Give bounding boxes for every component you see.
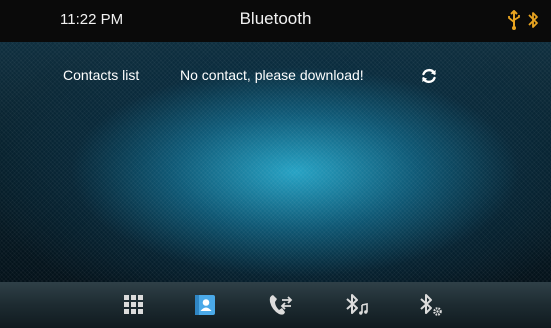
bluetooth-settings-button[interactable]	[414, 288, 448, 322]
refresh-icon[interactable]	[419, 66, 439, 86]
dialpad-button[interactable]	[117, 288, 151, 322]
call-log-button[interactable]	[264, 288, 298, 322]
contacts-icon	[193, 293, 217, 317]
status-icons	[507, 10, 539, 30]
status-bar: 11:22 PM Bluetooth	[0, 0, 551, 42]
bluetooth-icon	[527, 10, 539, 30]
bluetooth-music-icon	[344, 292, 370, 318]
no-contact-message: No contact, please download!	[180, 67, 364, 83]
usb-icon	[507, 10, 521, 30]
bottom-dock	[0, 282, 551, 328]
bluetooth-settings-icon	[418, 292, 444, 318]
contacts-list-label: Contacts list	[63, 67, 140, 83]
dialpad-icon	[123, 294, 145, 316]
bluetooth-screen: 11:22 PM Bluetooth Contacts list No cont…	[0, 0, 551, 328]
call-log-icon	[268, 293, 294, 317]
bluetooth-music-button[interactable]	[340, 288, 374, 322]
contacts-panel: Contacts list No contact, please downloa…	[0, 42, 551, 282]
screen-title: Bluetooth	[239, 9, 312, 28]
contacts-tab-button[interactable]	[188, 288, 222, 322]
